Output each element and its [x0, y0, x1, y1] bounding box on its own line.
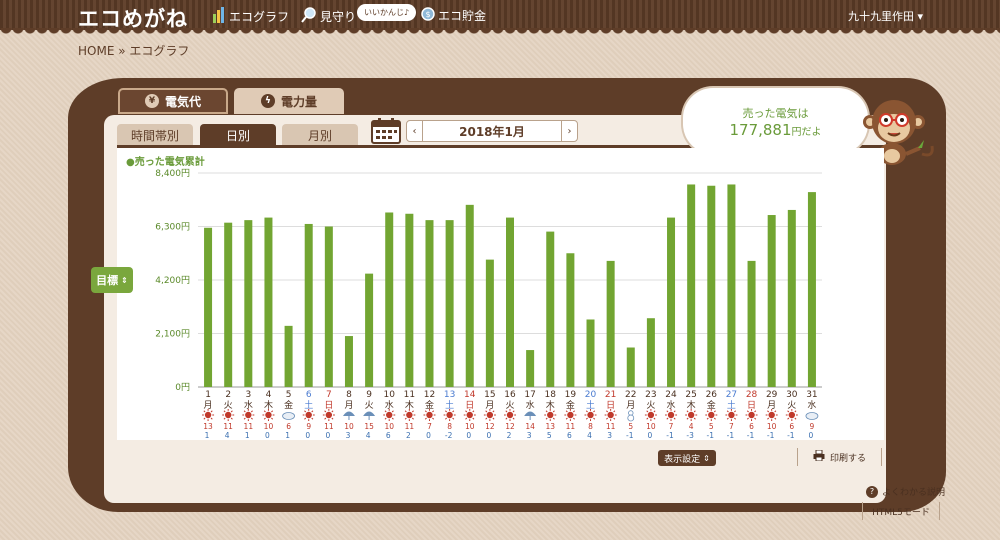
- breadcrumb-current: エコグラフ: [129, 44, 190, 58]
- chart-panel: [117, 148, 884, 440]
- nav-eco-savings-label: エコ貯金: [438, 9, 487, 23]
- next-month-button[interactable]: ›: [561, 121, 577, 141]
- nav-ecograph[interactable]: エコグラフ: [212, 7, 289, 26]
- sold-electricity-caption: 売った電気は: [742, 107, 809, 120]
- svg-text:$: $: [425, 10, 430, 19]
- chart-legend-title: ●売った電気累計: [126, 157, 205, 168]
- status-speech-bubble: いいかんじ♪: [357, 4, 417, 21]
- print-label: 印刷する: [829, 453, 866, 464]
- sold-electricity-bubble: 売った電気は 177,881円だよ: [683, 88, 868, 154]
- chevron-down-icon: ▾: [917, 10, 924, 23]
- subtab-daily[interactable]: 日別: [200, 124, 276, 146]
- nav-mimamori[interactable]: 見守り: [301, 7, 356, 26]
- help-label: よくわかる説明: [882, 488, 946, 498]
- coin-icon: $: [421, 7, 435, 24]
- printer-icon: [813, 449, 825, 464]
- nav-mimamori-label: 見守り: [320, 10, 357, 24]
- prev-month-button[interactable]: ‹: [407, 121, 423, 141]
- breadcrumb: HOME » エコグラフ: [78, 42, 189, 59]
- updown-arrow-icon: ⇕: [121, 275, 128, 285]
- tab-electricity-amount-label: 電力量: [280, 94, 317, 109]
- bar-chart-icon: [212, 7, 226, 26]
- nav-ecograph-label: エコグラフ: [229, 10, 290, 24]
- question-icon: ?: [866, 485, 878, 498]
- subtab-time-of-day[interactable]: 時間帯別: [117, 124, 193, 146]
- breadcrumb-separator: »: [118, 44, 126, 58]
- breadcrumb-home[interactable]: HOME: [78, 44, 114, 58]
- tab-electricity-cost-label: 電気代: [164, 94, 201, 109]
- yen-icon: ¥: [144, 94, 159, 108]
- help-link[interactable]: ? よくわかる説明: [866, 485, 945, 498]
- month-navigator: ‹ 2018年1月 ›: [406, 120, 578, 142]
- goal-label: 目標: [96, 274, 119, 287]
- app-logo[interactable]: エコめがね: [78, 3, 188, 33]
- html5-mode-button[interactable]: HTML5モード: [862, 502, 940, 520]
- calendar-icon[interactable]: [371, 118, 401, 144]
- user-menu[interactable]: 九十九里作田 ▾: [848, 8, 923, 24]
- nav-eco-savings[interactable]: $ エコ貯金: [421, 7, 486, 24]
- sold-electricity-suffix: 円だよ: [791, 127, 822, 138]
- updown-arrow-icon: ⇕: [703, 453, 710, 463]
- subtab-monthly[interactable]: 月別: [282, 124, 358, 146]
- print-button[interactable]: 印刷する: [797, 448, 882, 466]
- tab-electricity-cost[interactable]: ¥ 電気代: [118, 88, 228, 114]
- display-settings-button[interactable]: 表示設定 ⇕: [658, 450, 716, 466]
- sold-electricity-amount: 177,881: [729, 121, 792, 139]
- lightning-icon: ϟ: [260, 94, 275, 108]
- magnifier-icon: [301, 7, 317, 26]
- current-month-label: 2018年1月: [459, 124, 525, 139]
- tab-electricity-amount[interactable]: ϟ 電力量: [234, 88, 344, 114]
- goal-select-button[interactable]: 目標 ⇕: [91, 267, 133, 293]
- display-settings-label: 表示設定: [664, 454, 701, 465]
- user-name: 九十九里作田: [848, 10, 914, 23]
